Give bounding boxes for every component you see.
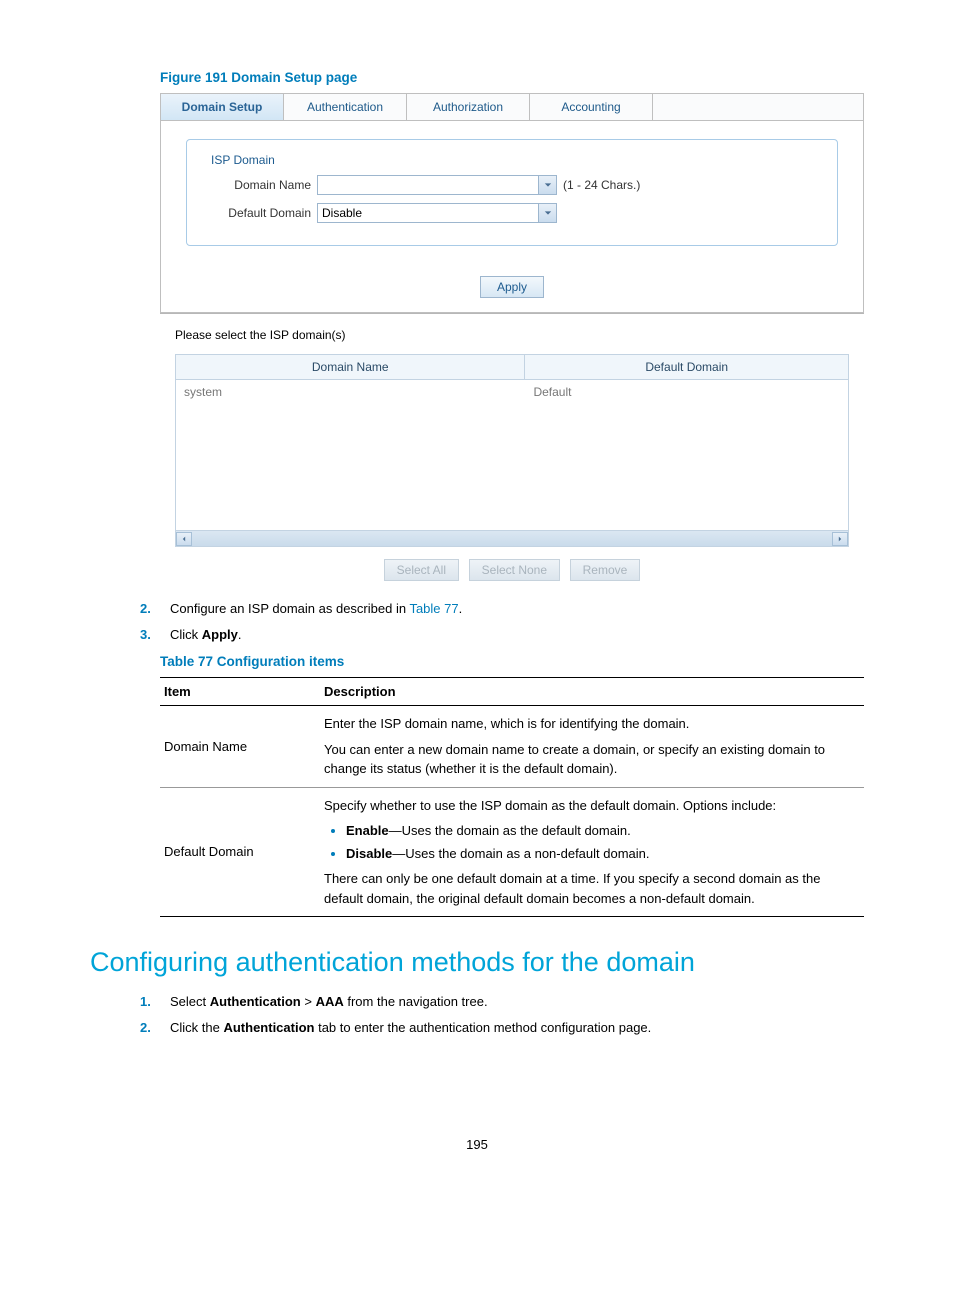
- select-all-button[interactable]: Select All: [384, 559, 459, 581]
- domain-name-combo[interactable]: [317, 175, 557, 195]
- default-domain-input[interactable]: [318, 204, 538, 222]
- list-item: Enable—Uses the domain as the default do…: [346, 821, 860, 841]
- step-text: .: [459, 601, 463, 616]
- table-row: Default Domain Specify whether to use th…: [160, 787, 864, 917]
- select-none-button[interactable]: Select None: [469, 559, 560, 581]
- horizontal-scrollbar[interactable]: [176, 530, 848, 546]
- step-bold: Authentication: [223, 1020, 314, 1035]
- chevron-down-icon[interactable]: [538, 204, 556, 222]
- step-item: 1. Select Authentication > AAA from the …: [140, 992, 864, 1012]
- table-header-description: Description: [320, 678, 864, 706]
- grid-instruction: Please select the ISP domain(s): [175, 328, 849, 342]
- tab-spacer: [653, 94, 863, 120]
- table-row[interactable]: system Default: [176, 380, 848, 404]
- bullet-text: —Uses the domain as the default domain.: [389, 823, 631, 838]
- domain-name-hint: (1 - 24 Chars.): [563, 178, 640, 192]
- section-heading: Configuring authentication methods for t…: [90, 947, 864, 978]
- cross-reference-link[interactable]: Table 77: [409, 601, 458, 616]
- tab-authorization[interactable]: Authorization: [407, 94, 530, 120]
- scroll-right-icon[interactable]: [832, 532, 848, 546]
- domain-name-label: Domain Name: [207, 178, 317, 192]
- table-paragraph: Enter the ISP domain name, which is for …: [324, 714, 860, 734]
- figure-caption: Figure 191 Domain Setup page: [160, 70, 864, 85]
- table-cell-item: Default Domain: [160, 787, 320, 917]
- scroll-left-icon[interactable]: [176, 532, 192, 546]
- step-text: tab to enter the authentication method c…: [314, 1020, 651, 1035]
- step-number: 3.: [140, 625, 170, 645]
- step-bold: Authentication: [210, 994, 301, 1009]
- table-header-item: Item: [160, 678, 320, 706]
- grid-cell: Default: [525, 380, 848, 404]
- step-bold: Apply: [202, 627, 238, 642]
- table-paragraph: You can enter a new domain name to creat…: [324, 740, 860, 779]
- bullet-strong: Enable: [346, 823, 389, 838]
- step-text: Configure an ISP domain as described in: [170, 601, 409, 616]
- table-cell-item: Domain Name: [160, 706, 320, 788]
- domain-grid: Domain Name Default Domain system Defaul…: [175, 354, 849, 547]
- isp-domain-fieldset: ISP Domain Domain Name (1 - 24 Chars.) D…: [186, 139, 838, 246]
- list-item: Disable—Uses the domain as a non-default…: [346, 844, 860, 864]
- default-domain-label: Default Domain: [207, 206, 317, 220]
- domain-name-input[interactable]: [318, 176, 538, 194]
- bullet-text: —Uses the domain as a non-default domain…: [392, 846, 649, 861]
- remove-button[interactable]: Remove: [570, 559, 641, 581]
- bullet-strong: Disable: [346, 846, 392, 861]
- table-cell-description: Specify whether to use the ISP domain as…: [320, 787, 864, 917]
- default-domain-combo[interactable]: [317, 203, 557, 223]
- table-paragraph: Specify whether to use the ISP domain as…: [324, 796, 860, 816]
- step-text: Click the: [170, 1020, 223, 1035]
- step-number: 2.: [140, 599, 170, 619]
- grid-header-domain-name[interactable]: Domain Name: [176, 355, 525, 379]
- grid-cell: system: [176, 380, 525, 404]
- apply-button[interactable]: Apply: [480, 276, 544, 298]
- step-text: Select: [170, 994, 210, 1009]
- step-number: 2.: [140, 1018, 170, 1038]
- table-cell-description: Enter the ISP domain name, which is for …: [320, 706, 864, 788]
- step-bold: AAA: [316, 994, 344, 1009]
- step-item: 2. Click the Authentication tab to enter…: [140, 1018, 864, 1038]
- table-row: Domain Name Enter the ISP domain name, w…: [160, 706, 864, 788]
- page-number: 195: [90, 1137, 864, 1152]
- domain-setup-panel: Domain Setup Authentication Authorizatio…: [160, 93, 864, 313]
- step-item: 2. Configure an ISP domain as described …: [140, 599, 864, 619]
- step-text: from the navigation tree.: [344, 994, 488, 1009]
- chevron-down-icon[interactable]: [538, 176, 556, 194]
- step-number: 1.: [140, 992, 170, 1012]
- table-caption: Table 77 Configuration items: [160, 654, 864, 669]
- step-text: Click: [170, 627, 202, 642]
- tab-accounting[interactable]: Accounting: [530, 94, 653, 120]
- configuration-table: Item Description Domain Name Enter the I…: [160, 677, 864, 917]
- step-item: 3. Click Apply.: [140, 625, 864, 645]
- tab-authentication[interactable]: Authentication: [284, 94, 407, 120]
- step-text: >: [301, 994, 316, 1009]
- step-text: .: [238, 627, 242, 642]
- tab-domain-setup[interactable]: Domain Setup: [161, 94, 284, 120]
- tab-bar: Domain Setup Authentication Authorizatio…: [161, 94, 863, 121]
- fieldset-legend: ISP Domain: [207, 153, 279, 167]
- table-paragraph: There can only be one default domain at …: [324, 869, 860, 908]
- grid-header-default-domain[interactable]: Default Domain: [525, 355, 848, 379]
- divider: [160, 313, 864, 314]
